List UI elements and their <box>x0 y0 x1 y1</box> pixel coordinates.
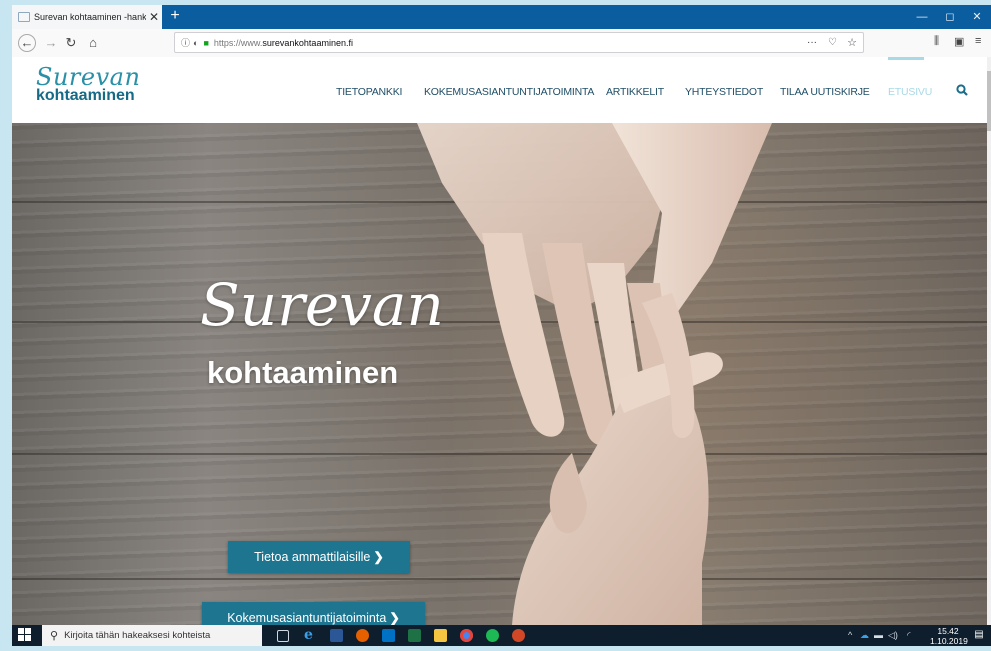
taskbar-search-box[interactable]: ⚲ Kirjoita tähän hakeaksesi kohteista <box>42 625 262 646</box>
nav-etusivu[interactable]: ETUSIVU <box>888 86 932 98</box>
minimize-button[interactable]: — <box>908 5 936 29</box>
scrollbar-thumb[interactable] <box>987 71 991 131</box>
edge-icon[interactable]: e <box>304 628 317 642</box>
cta-tietoa-ammattilaisille-button[interactable]: Tietoa ammattilaisille ❯ <box>228 541 410 573</box>
forward-icon[interactable]: → <box>42 34 60 52</box>
hero-script-title: Surevan <box>200 271 444 339</box>
chrome-icon[interactable] <box>460 629 473 642</box>
desktop-border-bottom <box>0 646 991 651</box>
pocket-icon[interactable]: ♡ <box>828 37 837 48</box>
outlook-icon[interactable] <box>382 629 395 642</box>
page-actions-icon[interactable]: ··· <box>807 37 817 48</box>
logo-word-text: kohtaaminen <box>36 87 135 104</box>
library-icon[interactable]: ⫼ <box>934 35 939 48</box>
page-scrollbar[interactable] <box>987 57 991 625</box>
cta-label: Tietoa ammattilaisille <box>254 550 371 564</box>
active-nav-indicator <box>888 57 924 60</box>
hero-word-title: kohtaaminen <box>207 355 399 390</box>
tab-favicon-icon <box>18 12 30 22</box>
desktop-border <box>0 0 12 651</box>
tracking-shield-icon[interactable]: ◐ <box>193 38 198 48</box>
screen: Surevan kohtaaminen -hanke: t ✕ + — ◻ ✕ … <box>0 0 991 651</box>
powerpoint-icon[interactable] <box>512 629 525 642</box>
nav-artikkelit[interactable]: ARTIKKELIT <box>606 86 664 98</box>
address-bar[interactable]: ⓘ ◐ ■ https://www.surevankohtaaminen.fi … <box>174 32 864 53</box>
chevron-right-icon: ❯ <box>373 550 384 564</box>
site-info-icon[interactable]: ⓘ <box>181 36 190 49</box>
new-tab-button[interactable]: + <box>164 5 186 29</box>
tab-title: Surevan kohtaaminen -hanke: t <box>34 12 146 22</box>
holding-hands-image <box>417 123 772 625</box>
spotify-icon[interactable] <box>486 629 499 642</box>
nav-tietopankki[interactable]: TIETOPANKKI <box>336 86 402 98</box>
home-icon[interactable]: ⌂ <box>84 34 102 52</box>
chevron-right-icon: ❯ <box>389 611 400 625</box>
windows-taskbar: ⚲ Kirjoita tähän hakeaksesi kohteista e … <box>12 625 991 646</box>
nav-tilaa-uutiskirje[interactable]: TILAA UUTISKIRJE <box>780 86 870 98</box>
windows-start-icon[interactable] <box>18 628 32 642</box>
word-icon[interactable] <box>330 629 343 642</box>
taskbar-search-placeholder: Kirjoita tähän hakeaksesi kohteista <box>64 630 211 641</box>
tab-close-icon[interactable]: ✕ <box>146 10 162 24</box>
url-text[interactable]: https://www.surevankohtaaminen.fi <box>214 38 353 48</box>
task-view-icon[interactable] <box>277 630 289 642</box>
firefox-icon[interactable] <box>356 629 369 642</box>
search-icon[interactable] <box>956 84 968 99</box>
clock-time: 15.42 <box>937 626 959 636</box>
back-icon[interactable]: ← <box>18 34 36 52</box>
cloud-icon[interactable]: ☁ <box>860 630 869 641</box>
browser-navbar: ← → ↻ ⌂ ⓘ ◐ ■ https://www.surevankohtaam… <box>12 29 991 58</box>
site-header: Surevan kohtaaminen TIETOPANKKI KOKEMUSA… <box>12 57 987 123</box>
excel-icon[interactable] <box>408 629 421 642</box>
close-window-button[interactable]: ✕ <box>963 5 991 29</box>
taskbar-clock[interactable]: 15.42 1.10.2019 <box>930 626 968 646</box>
sidebar-icon[interactable]: ▣ <box>954 35 964 48</box>
tray-chevron-icon[interactable]: ^ <box>848 630 852 640</box>
site-logo[interactable]: Surevan kohtaaminen <box>36 63 140 104</box>
reload-icon[interactable]: ↻ <box>62 34 80 52</box>
web-page: Surevan kohtaaminen TIETOPANKKI KOKEMUSA… <box>12 57 987 625</box>
nav-yhteystiedot[interactable]: YHTEYSTIEDOT <box>685 86 763 98</box>
search-icon: ⚲ <box>50 630 59 642</box>
cta-label: Kokemusasiantuntijatoiminta <box>227 611 387 625</box>
hero-banner: Surevan kohtaaminen Tietoa ammattilaisil… <box>12 123 987 625</box>
clock-date: 1.10.2019 <box>930 636 968 646</box>
lock-icon[interactable]: ■ <box>203 38 208 48</box>
menu-icon[interactable]: ≡ <box>975 35 981 47</box>
battery-icon[interactable]: ▬ <box>874 630 883 640</box>
wifi-icon[interactable]: ◜ <box>907 630 911 641</box>
browser-tab[interactable]: Surevan kohtaaminen -hanke: t ✕ <box>12 5 162 29</box>
volume-icon[interactable]: ◁) <box>888 630 898 641</box>
restore-button[interactable]: ◻ <box>936 5 964 29</box>
nav-kokemusasiantuntijatoiminta[interactable]: KOKEMUSASIANTUNTIJATOIMINTA <box>424 86 594 98</box>
cta-kokemusasiantuntijatoiminta-button[interactable]: Kokemusasiantuntijatoiminta ❯ <box>202 602 425 625</box>
bookmark-star-icon[interactable]: ☆ <box>847 36 857 49</box>
browser-titlebar: Surevan kohtaaminen -hanke: t ✕ + — ◻ ✕ <box>12 5 991 29</box>
file-explorer-icon[interactable] <box>434 629 447 642</box>
notification-icon[interactable]: ▤ <box>973 629 985 641</box>
